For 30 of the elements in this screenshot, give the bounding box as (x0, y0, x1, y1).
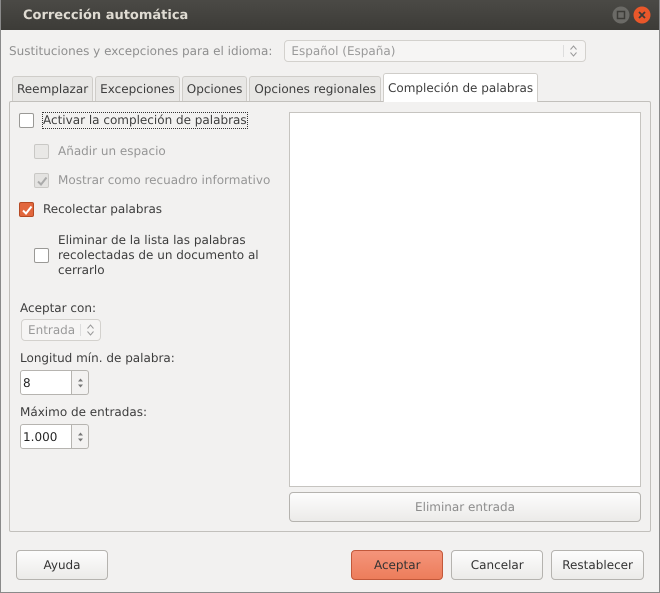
window-title: Corrección automática (23, 8, 190, 22)
number-field[interactable]: 1.000 (20, 424, 72, 449)
spin-buttons[interactable] (72, 370, 89, 395)
checkbox[interactable] (19, 202, 34, 217)
checkbox-label: Recolectar palabras (42, 201, 164, 218)
checkbox[interactable] (19, 113, 34, 128)
tab[interactable]: Excepciones (95, 76, 180, 101)
up-down-icon (80, 324, 94, 336)
checkbox-label: Mostrar como recuadro informativo (57, 172, 272, 189)
dialog-button[interactable]: Ayuda (16, 550, 108, 580)
checkbox[interactable] (34, 248, 49, 263)
dialog-button[interactable]: Aceptar (351, 550, 444, 580)
number-field[interactable]: 8 (20, 370, 72, 395)
dialog-button[interactable]: Restablecer (551, 550, 644, 580)
field-label: Aceptar con: (20, 301, 97, 315)
field-label: Máximo de entradas: (20, 405, 148, 419)
tab[interactable]: Compleción de palabras (383, 73, 538, 102)
spin-buttons[interactable] (72, 424, 89, 449)
language-label: Sustituciones y excepciones para el idioma: (9, 44, 272, 58)
checkbox-label: Eliminar de la lista las palabras recolectadas de un documento al cerrarlo (57, 232, 260, 279)
tab[interactable]: Reemplazar (12, 76, 94, 101)
maximize-icon[interactable] (612, 6, 630, 24)
field-label: Longitud mín. de palabra: (20, 351, 176, 365)
close-icon[interactable] (633, 6, 651, 24)
tab[interactable]: Opciones regionales (249, 76, 381, 101)
checkbox-label: Añadir un espacio (57, 143, 167, 160)
checkbox-label: Activar la compleción de palabras (42, 112, 248, 129)
dialog-button[interactable]: Cancelar (451, 550, 544, 580)
tab[interactable]: Opciones (182, 76, 248, 101)
up-down-icon (563, 45, 578, 57)
